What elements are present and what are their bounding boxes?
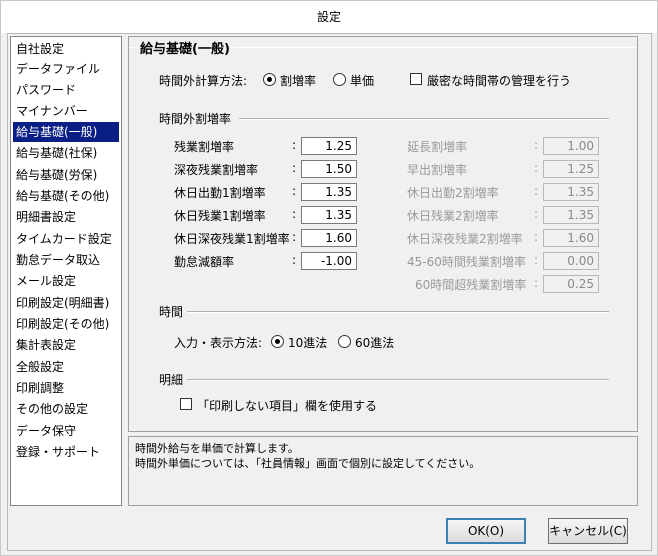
overtime-rate-label: 残業割増率 (174, 140, 235, 154)
description-line-2: 時間外単価については、「社員情報」画面で個別に設定してください。 (135, 457, 481, 470)
sidebar-item-data-file[interactable]: データファイル (13, 59, 119, 79)
meisai-section-title: 明細 (159, 373, 184, 387)
sidebar-item-statement[interactable]: 明細書設定 (13, 207, 119, 227)
holiday-work1-rate-label: 休日出勤1割増率 (174, 186, 266, 200)
sidebar-item-password[interactable]: パスワード (13, 80, 119, 100)
sidebar-item-salary-social[interactable]: 給与基礎(社保) (13, 143, 119, 163)
holiday-night-overtime2-rate-input: 1.60 (543, 229, 599, 247)
holiday-night-overtime1-rate-label: 休日深夜残業1割増率 (174, 232, 290, 246)
description-line-1: 時間外給与を単価で計算します。 (135, 442, 299, 455)
ok-button[interactable]: OK(O) (446, 518, 526, 544)
settings-category-list[interactable]: 自社設定 データファイル パスワード マイナンバー 給与基礎(一般) 給与基礎(… (10, 36, 122, 506)
sidebar-item-registration-support[interactable]: 登録・サポート (13, 442, 119, 462)
strict-time-checkbox[interactable] (410, 73, 422, 85)
radio-decimal-label[interactable]: 10進法 (288, 334, 327, 351)
settings-window: 設定 自社設定 データファイル パスワード マイナンバー 給与基礎(一般) 給与… (0, 0, 658, 556)
holiday-night-overtime2-rate-label: 休日深夜残業2割増率 (407, 232, 523, 246)
radio-sexagesimal[interactable] (338, 335, 351, 348)
holiday-overtime1-rate-input[interactable]: 1.35 (301, 206, 357, 224)
overtime-45-60-rate-input: 0.00 (543, 252, 599, 270)
sidebar-item-other-settings[interactable]: その他の設定 (13, 399, 119, 419)
overtime-over60-rate-input: 0.25 (543, 275, 599, 293)
holiday-overtime2-rate-input: 1.35 (543, 206, 599, 224)
night-overtime-rate-input[interactable]: 1.50 (301, 160, 357, 178)
sidebar-item-data-maintenance[interactable]: データ保守 (13, 421, 119, 441)
overtime-rate-input[interactable]: 1.25 (301, 137, 357, 155)
panel-title: 給与基礎(一般) (137, 38, 233, 57)
holiday-night-overtime1-rate-input[interactable]: 1.60 (301, 229, 357, 247)
radio-decimal[interactable] (271, 335, 284, 348)
sidebar-item-salary-other[interactable]: 給与基礎(その他) (13, 186, 119, 206)
calc-method-label: 時間外計算方法: (159, 74, 248, 88)
sidebar-item-print-statement[interactable]: 印刷設定(明細書) (13, 293, 119, 313)
radio-unit-price-label[interactable]: 単価 (350, 72, 374, 89)
sidebar-item-salary-labor[interactable]: 給与基礎(労保) (13, 165, 119, 185)
use-no-print-items-checkbox[interactable] (180, 398, 192, 410)
description-box: 時間外給与を単価で計算します。 時間外単価については、「社員情報」画面で個別に設… (128, 436, 638, 506)
sidebar-item-summary[interactable]: 集計表設定 (13, 335, 119, 355)
overtime-section-title: 時間外割増率 (159, 112, 232, 126)
sidebar-item-timecard[interactable]: タイムカード設定 (13, 229, 119, 249)
radio-sexagesimal-label[interactable]: 60進法 (355, 334, 394, 351)
holiday-work2-rate-input: 1.35 (543, 183, 599, 201)
settings-panel: 給与基礎(一般) 時間外計算方法: 割増率 単価 厳密な時間帯の管理を行う 時間… (128, 36, 638, 432)
attendance-deduction-rate-label: 勤怠減額率 (174, 255, 235, 269)
extension-rate-input: 1.00 (543, 137, 599, 155)
sidebar-item-salary-general[interactable]: 給与基礎(一般) (13, 122, 119, 142)
use-no-print-items-label[interactable]: 「印刷しない項目」欄を使用する (197, 397, 377, 414)
attendance-deduction-rate-input[interactable]: -1.00 (301, 252, 357, 270)
sidebar-item-attendance-import[interactable]: 勤怠データ取込 (13, 250, 119, 270)
sidebar-item-print-other[interactable]: 印刷設定(その他) (13, 314, 119, 334)
holiday-work2-rate-label: 休日出勤2割増率 (407, 186, 499, 200)
sidebar-item-company[interactable]: 自社設定 (13, 39, 119, 59)
radio-unit-price[interactable] (333, 73, 346, 86)
overtime-45-60-rate-label: 45-60時間残業割増率 (407, 255, 526, 269)
sidebar-item-mynumber[interactable]: マイナンバー (13, 101, 119, 121)
overtime-over60-rate-label: 60時間超残業割増率 (415, 278, 527, 292)
radio-rate[interactable] (263, 73, 276, 86)
dialog-client: 自社設定 データファイル パスワード マイナンバー 給与基礎(一般) 給与基礎(… (7, 33, 652, 551)
holiday-overtime2-rate-label: 休日残業2割増率 (407, 209, 499, 223)
sidebar-item-mail[interactable]: メール設定 (13, 271, 119, 291)
cancel-button[interactable]: キャンセル(C) (548, 518, 628, 544)
radio-rate-label[interactable]: 割増率 (280, 72, 316, 89)
sidebar-item-general[interactable]: 全般設定 (13, 357, 119, 377)
holiday-work1-rate-input[interactable]: 1.35 (301, 183, 357, 201)
time-input-method-label: 入力・表示方法: (174, 336, 263, 350)
early-rate-input: 1.25 (543, 160, 599, 178)
holiday-overtime1-rate-label: 休日残業1割増率 (174, 209, 266, 223)
sidebar-item-print-adjust[interactable]: 印刷調整 (13, 378, 119, 398)
window-title: 設定 (1, 1, 657, 33)
time-section-title: 時間 (159, 305, 184, 319)
strict-time-label[interactable]: 厳密な時間帯の管理を行う (427, 72, 571, 89)
extension-rate-label: 延長割増率 (407, 140, 468, 154)
early-rate-label: 早出割増率 (407, 163, 468, 177)
night-overtime-rate-label: 深夜残業割増率 (174, 163, 259, 177)
